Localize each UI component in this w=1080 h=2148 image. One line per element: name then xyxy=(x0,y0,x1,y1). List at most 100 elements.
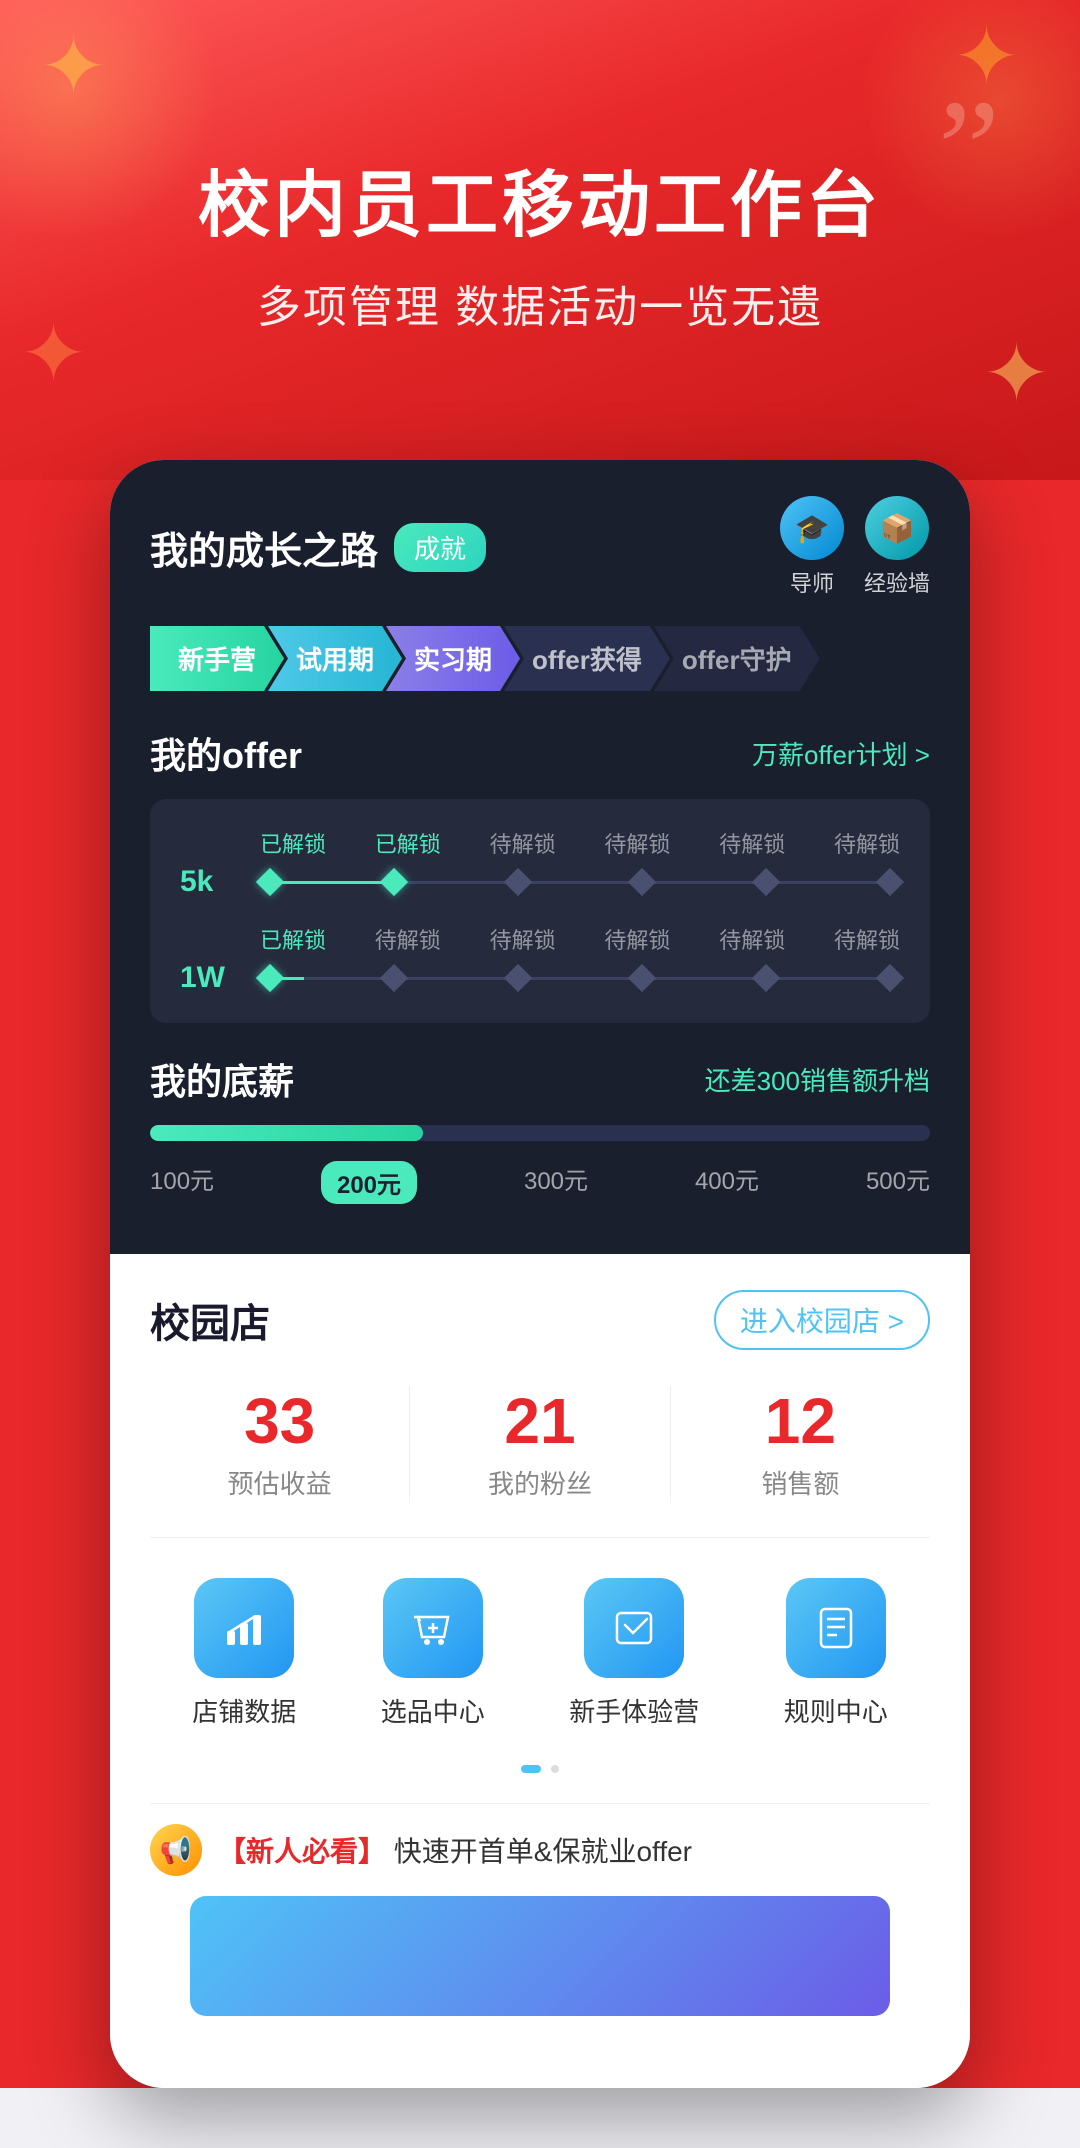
node-label-5k-1: 已解锁 xyxy=(260,827,326,859)
action-rules-center[interactable]: 规则中心 xyxy=(784,1578,888,1729)
salary-progress-fill xyxy=(150,1125,423,1141)
growth-title: 我的成长之路 xyxy=(150,520,378,575)
stat-earnings: 33 预估收益 xyxy=(150,1386,410,1501)
salary-title: 我的底薪 xyxy=(150,1053,294,1105)
marker-100: 100元 xyxy=(150,1161,214,1204)
stat-sales: 12 销售额 xyxy=(671,1386,930,1501)
node-5k-3 xyxy=(504,868,532,896)
experience-icon: 📦 xyxy=(865,496,929,560)
dark-section: 我的成长之路 成就 🎓 导师 📦 经验墙 新手营 试用期 xyxy=(110,460,970,1254)
firework-2: ✦ xyxy=(953,10,1020,103)
rules-center-label: 规则中心 xyxy=(784,1692,888,1729)
rules-center-icon xyxy=(786,1578,886,1678)
mentor-label: 导师 xyxy=(790,566,834,598)
stat-fans: 21 我的粉丝 xyxy=(410,1386,670,1501)
node-label-5k-2: 已解锁 xyxy=(375,827,441,859)
hero-subtitle: 多项管理 数据活动一览无遗 xyxy=(257,271,823,335)
growth-icons: 🎓 导师 📦 经验墙 xyxy=(780,496,930,598)
stage-intern[interactable]: 实习期 xyxy=(386,626,520,691)
node-1w-3 xyxy=(504,964,532,992)
dot-active xyxy=(521,1765,541,1773)
action-product-center[interactable]: 选品中心 xyxy=(381,1578,485,1729)
store-data-label: 店铺数据 xyxy=(192,1692,296,1729)
product-center-icon xyxy=(383,1578,483,1678)
campus-store-link[interactable]: 进入校园店 > xyxy=(714,1290,930,1350)
node-label-5k-5: 待解锁 xyxy=(719,827,785,859)
beginner-camp-label: 新手体验营 xyxy=(569,1692,699,1729)
page-bottom xyxy=(0,2088,1080,2148)
sales-value: 12 xyxy=(765,1386,836,1456)
node-5k-2 xyxy=(380,868,408,896)
stage-offer-get[interactable]: offer获得 xyxy=(504,626,670,691)
stage-offer-guard[interactable]: offer守护 xyxy=(654,626,820,691)
earnings-label: 预估收益 xyxy=(228,1464,332,1501)
salary-section: 我的底薪 还差300销售额升档 100元 200元 300元 400元 500元 xyxy=(150,1053,930,1204)
marker-300: 300元 xyxy=(524,1161,588,1204)
node-5k-6 xyxy=(876,868,904,896)
actions-row: 店铺数据 选品中心 xyxy=(150,1578,930,1729)
node-1w-6 xyxy=(876,964,904,992)
phone-card: 我的成长之路 成就 🎓 导师 📦 经验墙 新手营 试用期 xyxy=(110,460,970,2088)
node-1w-2 xyxy=(380,964,408,992)
fans-label: 我的粉丝 xyxy=(488,1464,592,1501)
notice-text: 【新人必看】 快速开首单&保就业offer xyxy=(218,1830,692,1870)
node-label-1w-1: 已解锁 xyxy=(260,923,326,955)
node-5k-5 xyxy=(752,868,780,896)
product-center-label: 选品中心 xyxy=(381,1692,485,1729)
firework-4: ✦ xyxy=(983,327,1050,420)
stage-beginner[interactable]: 新手营 xyxy=(150,626,284,691)
node-1w-4 xyxy=(628,964,656,992)
offer-amount-1w: 1W xyxy=(180,961,260,995)
hero-section: ” ✦ ✦ ✦ ✦ 校内员工移动工作台 多项管理 数据活动一览无遗 xyxy=(0,0,1080,480)
experience-label: 经验墙 xyxy=(864,566,930,598)
dots-indicator xyxy=(150,1765,930,1773)
salary-markers: 100元 200元 300元 400元 500元 xyxy=(150,1161,930,1204)
node-label-1w-6: 待解锁 xyxy=(834,923,900,955)
hero-title: 校内员工移动工作台 xyxy=(198,146,882,251)
notice-banner[interactable]: 📢 【新人必看】 快速开首单&保就业offer xyxy=(150,1803,930,1896)
mentor-icon: 🎓 xyxy=(780,496,844,560)
node-5k-1 xyxy=(256,868,284,896)
offer-grid: 已解锁 已解锁 待解锁 待解锁 待解锁 待解锁 5k xyxy=(150,799,930,1023)
node-label-5k-3: 待解锁 xyxy=(490,827,556,859)
campus-store-title: 校园店 xyxy=(150,1291,270,1349)
quote-decoration: ” xyxy=(938,80,1000,220)
node-label-1w-3: 待解锁 xyxy=(490,923,556,955)
beginner-camp-icon xyxy=(584,1578,684,1678)
offer-header: 我的offer 万薪offer计划 > xyxy=(150,727,930,779)
marker-400: 400元 xyxy=(695,1161,759,1204)
offer-plan-link[interactable]: 万薪offer计划 > xyxy=(752,735,930,772)
store-data-icon xyxy=(194,1578,294,1678)
node-label-1w-5: 待解锁 xyxy=(719,923,785,955)
white-section: 校园店 进入校园店 > 33 预估收益 21 我的粉丝 12 销售额 xyxy=(110,1254,970,2088)
stats-row: 33 预估收益 21 我的粉丝 12 销售额 xyxy=(150,1386,930,1538)
marker-200-current: 200元 xyxy=(321,1161,417,1204)
node-label-1w-2: 待解锁 xyxy=(375,923,441,955)
achievement-badge: 成就 xyxy=(394,523,486,572)
marker-500: 500元 xyxy=(866,1161,930,1204)
node-label-5k-6: 待解锁 xyxy=(834,827,900,859)
node-5k-4 xyxy=(628,868,656,896)
node-1w-5 xyxy=(752,964,780,992)
mentor-button[interactable]: 🎓 导师 xyxy=(780,496,844,598)
campus-store-header: 校园店 进入校园店 > xyxy=(150,1290,930,1350)
growth-header: 我的成长之路 成就 🎓 导师 📦 经验墙 xyxy=(150,496,930,598)
offer-amount-5k: 5k xyxy=(180,865,260,899)
salary-progress-link[interactable]: 还差300销售额升档 xyxy=(705,1061,930,1098)
node-label-5k-4: 待解锁 xyxy=(604,827,670,859)
action-store-data[interactable]: 店铺数据 xyxy=(192,1578,296,1729)
node-label-1w-4: 待解锁 xyxy=(604,923,670,955)
node-1w-1 xyxy=(256,964,284,992)
stage-progress: 新手营 试用期 实习期 offer获得 offer守护 xyxy=(150,626,930,691)
fans-value: 21 xyxy=(504,1386,575,1456)
stage-trial[interactable]: 试用期 xyxy=(268,626,402,691)
notice-body: 快速开首单&保就业offer xyxy=(394,1836,692,1867)
sales-label: 销售额 xyxy=(761,1464,839,1501)
salary-progress-bar xyxy=(150,1125,930,1141)
firework-3: ✦ xyxy=(20,307,87,400)
offer-section: 我的offer 万薪offer计划 > 已解锁 已解锁 待解锁 待解锁 待解锁 … xyxy=(150,727,930,1023)
action-beginner-camp[interactable]: 新手体验营 xyxy=(569,1578,699,1729)
experience-button[interactable]: 📦 经验墙 xyxy=(864,496,930,598)
dot-inactive xyxy=(551,1765,559,1773)
offer-title: 我的offer xyxy=(150,727,302,779)
